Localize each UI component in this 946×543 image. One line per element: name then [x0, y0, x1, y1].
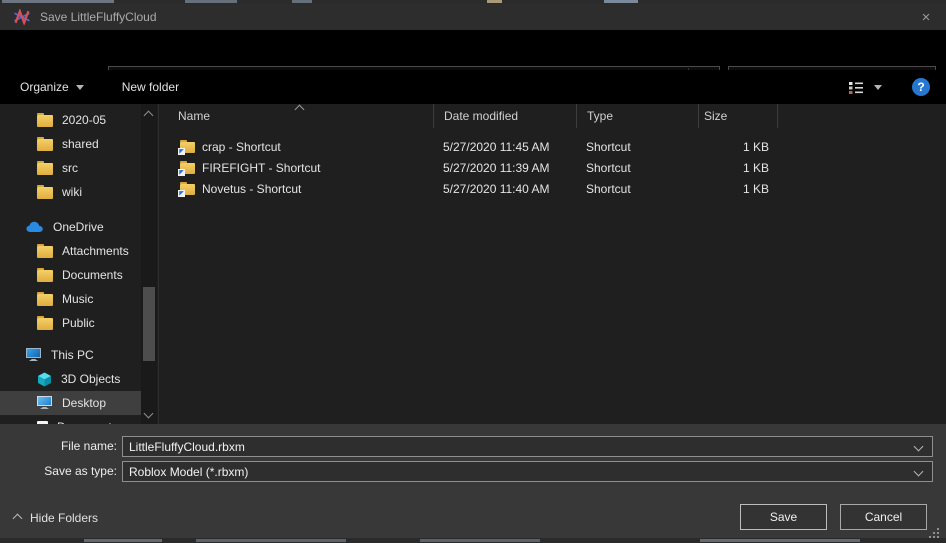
details-view-icon[interactable]	[848, 81, 864, 94]
shortcut-icon	[180, 163, 195, 174]
folder-icon	[37, 318, 53, 330]
cancel-button[interactable]: Cancel	[840, 504, 927, 530]
hide-folders-button[interactable]: Hide Folders	[14, 511, 98, 525]
sidebar-item-wiki[interactable]: wiki	[0, 180, 141, 204]
folder-icon	[37, 270, 53, 282]
column-header-date-modified[interactable]: Date modified	[433, 104, 576, 128]
sidebar-item-2020-05[interactable]: 2020-05	[0, 108, 141, 132]
chevron-down-icon[interactable]	[914, 442, 924, 452]
sidebar-item-src[interactable]: src	[0, 156, 141, 180]
navigation-pane: 2020-05 shared src wiki OneDrive	[0, 104, 141, 424]
window-title: Save LittleFluffyCloud	[40, 10, 157, 24]
background-fragment	[185, 0, 237, 3]
scroll-down-icon[interactable]	[144, 409, 154, 419]
scrollbar-thumb[interactable]	[143, 287, 155, 361]
folder-icon	[37, 246, 53, 258]
sidebar-item-3d-objects[interactable]: 3D Objects	[0, 367, 141, 391]
sort-ascending-icon	[295, 105, 305, 115]
sidebar-item-music[interactable]: Music	[0, 287, 141, 311]
folder-icon	[37, 139, 53, 151]
sidebar-item-documents[interactable]: Documents	[0, 415, 141, 424]
background-fragment	[604, 0, 638, 3]
help-button[interactable]: ?	[912, 78, 930, 96]
folder-icon	[37, 294, 53, 306]
navigation-bar: ← → ↑ This PC Desktop ↻	[0, 30, 946, 70]
hide-folders-label: Hide Folders	[30, 511, 98, 525]
new-folder-button[interactable]: New folder	[114, 74, 187, 100]
sidebar-item-documents-onedrive[interactable]: Documents	[0, 263, 141, 287]
file-name-label: File name:	[0, 439, 117, 453]
column-header-blank	[777, 104, 946, 128]
save-as-type-value: Roblox Model (*.rbxm)	[123, 465, 248, 479]
sidebar-item-desktop[interactable]: Desktop	[0, 391, 141, 415]
file-name-combo[interactable]	[122, 436, 933, 457]
shortcut-icon	[180, 184, 195, 195]
close-icon: ×	[922, 9, 931, 26]
command-toolbar: Organize New folder ?	[0, 70, 946, 104]
background-fragment	[196, 539, 346, 542]
chevron-up-icon	[13, 513, 23, 523]
computer-icon	[26, 348, 42, 362]
shortcut-icon	[180, 142, 195, 153]
shortcut-arrow-badge	[178, 190, 185, 197]
background-fragment	[292, 0, 312, 3]
background-fragment	[487, 0, 502, 3]
background-fragment	[84, 539, 162, 542]
sidebar-item-shared[interactable]: shared	[0, 132, 141, 156]
save-button[interactable]: Save	[740, 504, 827, 530]
file-row-crap-shortcut[interactable]: crap - Shortcut 5/27/2020 11:45 AM Short…	[159, 136, 946, 157]
save-as-type-combo[interactable]: Roblox Model (*.rbxm)	[122, 461, 933, 482]
shortcut-arrow-badge	[178, 148, 185, 155]
column-header-size[interactable]: Size	[698, 104, 777, 128]
sidebar-item-this-pc[interactable]: This PC	[0, 343, 141, 367]
background-fragment	[700, 539, 860, 542]
novetus-app-icon	[12, 9, 32, 25]
chevron-down-icon[interactable]	[914, 467, 924, 477]
shortcut-arrow-badge	[178, 169, 185, 176]
main-area: 2020-05 shared src wiki OneDrive	[0, 104, 946, 424]
folder-icon	[37, 115, 53, 127]
help-icon: ?	[917, 80, 924, 94]
save-dialog-window: Save LittleFluffyCloud × ← → ↑ This PC D…	[0, 0, 946, 543]
file-name-input[interactable]	[123, 440, 915, 454]
folder-icon	[37, 187, 53, 199]
3d-cube-icon	[37, 372, 52, 387]
new-folder-label: New folder	[122, 80, 179, 94]
organize-label: Organize	[20, 80, 69, 94]
sidebar-scrollbar[interactable]	[141, 104, 157, 424]
background-fragment	[2, 0, 114, 3]
sidebar-item-public[interactable]: Public	[0, 311, 141, 335]
column-header-name[interactable]: Name	[159, 104, 433, 128]
close-button[interactable]: ×	[910, 4, 942, 30]
title-bar: Save LittleFluffyCloud ×	[0, 4, 946, 30]
scroll-up-icon[interactable]	[144, 111, 154, 121]
sidebar-item-onedrive[interactable]: OneDrive	[0, 215, 141, 239]
desktop-icon	[37, 396, 53, 410]
background-fragment	[420, 539, 540, 542]
folder-icon	[37, 163, 53, 175]
file-row-novetus-shortcut[interactable]: Novetus - Shortcut 5/27/2020 11:40 AM Sh…	[159, 178, 946, 199]
chevron-down-icon	[76, 85, 84, 90]
file-list: Name Date modified Type Size	[159, 104, 946, 424]
background-window-sliver-bottom	[0, 538, 946, 543]
sidebar-item-attachments[interactable]: Attachments	[0, 239, 141, 263]
views-dropdown-icon[interactable]	[874, 85, 882, 90]
column-header-type[interactable]: Type	[576, 104, 698, 128]
column-headers: Name Date modified Type Size	[159, 104, 946, 128]
save-as-type-label: Save as type:	[0, 464, 117, 478]
file-row-firefight-shortcut[interactable]: FIREFIGHT - Shortcut 5/27/2020 11:39 AM …	[159, 157, 946, 178]
organize-button[interactable]: Organize	[12, 74, 92, 100]
onedrive-cloud-icon	[26, 221, 44, 233]
